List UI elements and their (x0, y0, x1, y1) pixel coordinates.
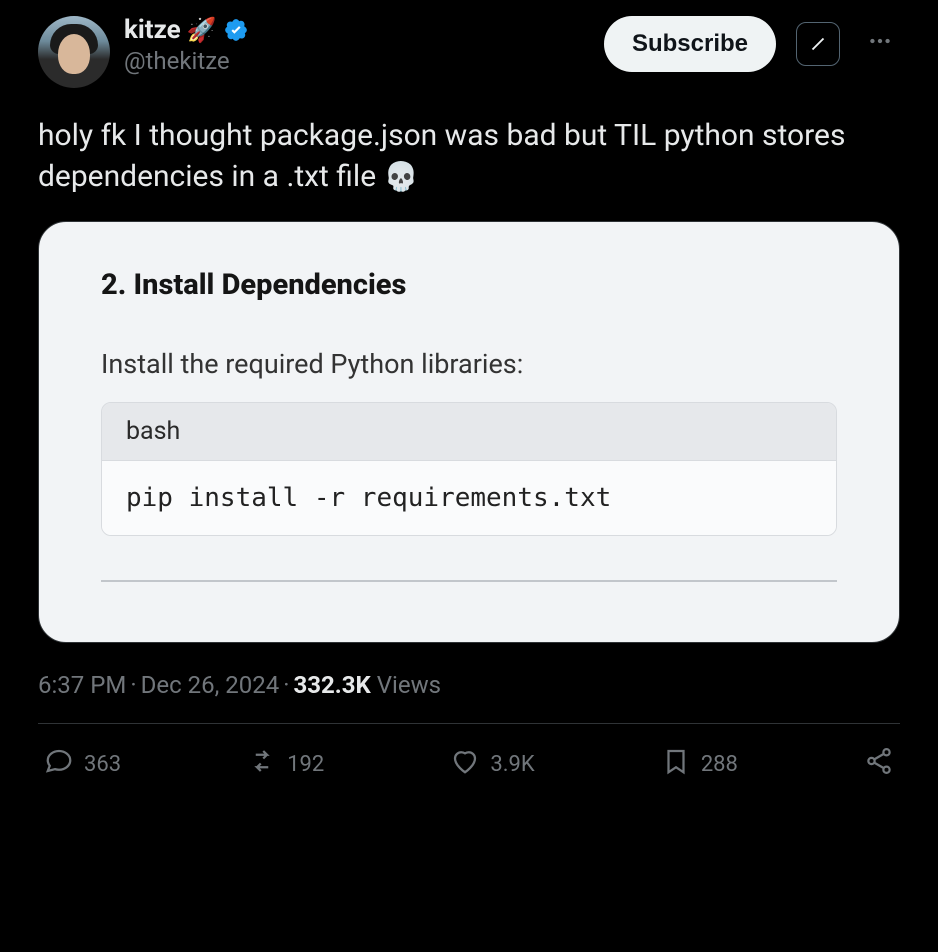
author-block: kitze 🚀 @thekitze (124, 16, 590, 75)
avatar[interactable] (38, 16, 110, 88)
views-label: Views (377, 671, 441, 699)
like-count: 3.9K (490, 752, 534, 777)
bookmark-button[interactable]: 288 (661, 746, 738, 782)
tweet-body: holy fk I thought package.json was bad b… (38, 118, 845, 194)
retweet-button[interactable]: 192 (247, 746, 324, 782)
media-heading: 2. Install Dependencies (101, 268, 837, 302)
code-block: bash pip install -r requirements.txt (101, 402, 837, 536)
reply-count: 363 (84, 752, 121, 777)
views-count[interactable]: 332.3K (294, 671, 371, 699)
handle[interactable]: @thekitze (124, 47, 590, 75)
meta-row: 6:37 PM·Dec 26, 2024·332.3K Views (38, 671, 900, 699)
share-button[interactable] (864, 746, 894, 782)
tweet-header: kitze 🚀 @thekitze Subscribe (38, 16, 900, 88)
verified-icon (223, 17, 249, 43)
tweet-container: kitze 🚀 @thekitze Subscribe holy fk I th… (0, 0, 938, 782)
reply-icon (44, 746, 74, 782)
share-icon (864, 746, 894, 782)
like-button[interactable]: 3.9K (450, 746, 534, 782)
media-image[interactable]: 2. Install Dependencies Install the requ… (38, 221, 900, 643)
skull-icon: 💀 (384, 160, 419, 193)
display-name: kitze (124, 16, 181, 45)
more-icon[interactable] (860, 28, 900, 60)
tweet-text: holy fk I thought package.json was bad b… (38, 116, 900, 197)
heart-icon (450, 746, 480, 782)
header-actions: Subscribe (604, 16, 900, 72)
subscribe-button[interactable]: Subscribe (604, 16, 776, 72)
media-subtext: Install the required Python libraries: (101, 348, 837, 380)
display-name-row[interactable]: kitze 🚀 (124, 16, 590, 45)
rocket-icon: 🚀 (187, 17, 217, 43)
code-lang-label: bash (102, 403, 836, 461)
code-body: pip install -r requirements.txt (102, 461, 836, 535)
bookmark-icon (661, 746, 691, 782)
retweet-icon (247, 746, 277, 782)
retweet-count: 192 (287, 752, 324, 777)
reply-button[interactable]: 363 (44, 746, 121, 782)
post-time[interactable]: 6:37 PM (38, 671, 126, 699)
bookmark-count: 288 (701, 752, 738, 777)
post-date[interactable]: Dec 26, 2024 (141, 671, 280, 699)
actions-row: 363 192 3.9K 288 (38, 724, 900, 782)
grok-button[interactable] (796, 22, 840, 66)
